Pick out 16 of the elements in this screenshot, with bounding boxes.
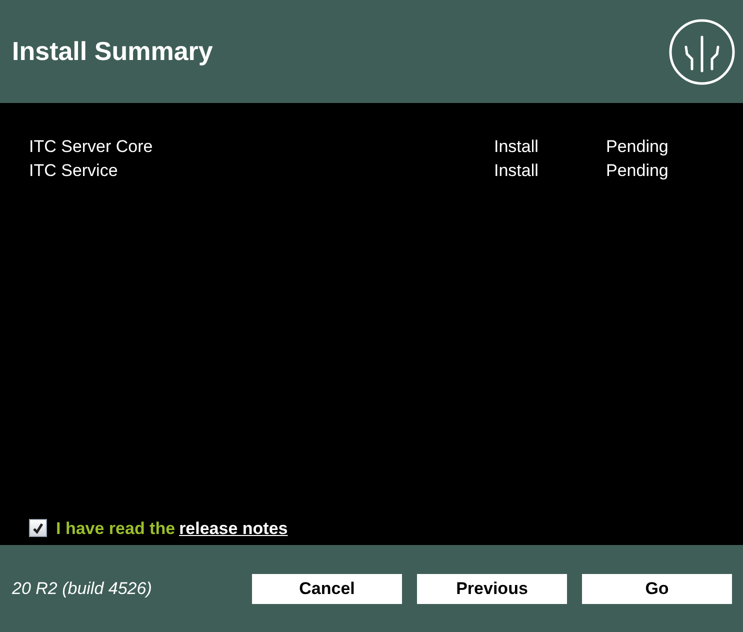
agreement-label: I have read the	[56, 518, 176, 540]
component-name: ITC Service	[29, 160, 119, 182]
footer-button[interactable]: Go	[582, 574, 732, 604]
component-status: Pending	[606, 160, 668, 182]
component-action: Install	[494, 160, 540, 182]
footer-button[interactable]: Cancel	[252, 574, 402, 604]
version-text: 20 R2 (build 4526)	[12, 578, 153, 600]
component-name: ITC Server Core	[29, 136, 154, 158]
release-notes-link[interactable]: release notes	[179, 516, 288, 541]
checkbox[interactable]	[29, 519, 47, 538]
logo-icon	[669, 18, 735, 84]
component-status: Pending	[606, 136, 668, 158]
checkmark-icon	[32, 522, 44, 534]
window-title: Install Summary	[12, 35, 213, 68]
footer-button[interactable]: Previous	[417, 574, 567, 604]
component-action: Install	[494, 136, 540, 158]
